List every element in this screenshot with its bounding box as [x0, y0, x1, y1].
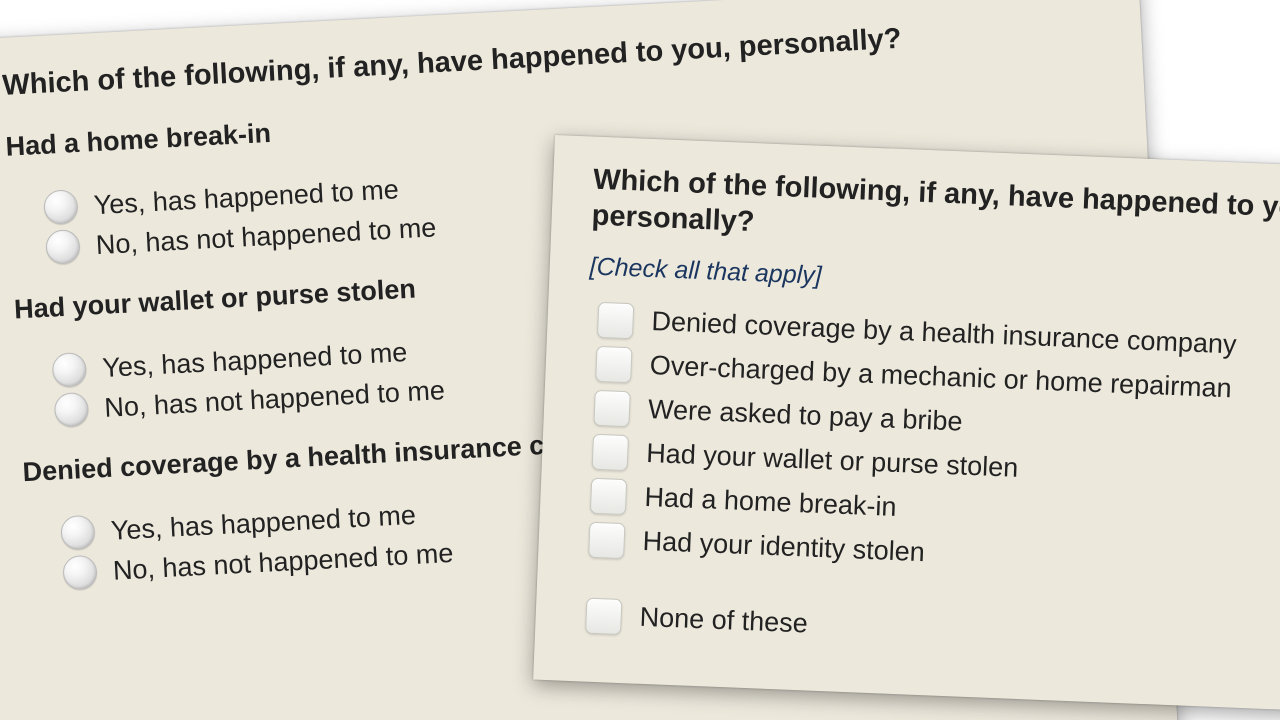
- checkbox-icon: [592, 433, 629, 470]
- checkbox-icon: [593, 389, 630, 426]
- checkbox-list: Denied coverage by a health insurance co…: [585, 301, 1280, 668]
- checkbox-label: Were asked to pay a bribe: [647, 394, 963, 438]
- checkbox-icon: [595, 345, 632, 382]
- radio-icon: [54, 392, 90, 428]
- radio-icon: [43, 189, 79, 225]
- radio-icon: [52, 352, 88, 388]
- checkbox-label: Had your wallet or purse stolen: [646, 438, 1019, 484]
- checkbox-label: None of these: [639, 602, 808, 640]
- checkbox-icon: [588, 521, 625, 558]
- checkbox-icon: [590, 477, 627, 514]
- survey-card-checkbox: Which of the following, if any, have hap…: [533, 135, 1280, 718]
- checkbox-option-none[interactable]: None of these: [585, 597, 1280, 669]
- radio-icon: [45, 229, 81, 265]
- checkbox-icon: [597, 301, 634, 338]
- checkbox-label: Had your identity stolen: [642, 526, 925, 568]
- question-title: Which of the following, if any, have hap…: [591, 162, 1280, 271]
- radio-icon: [62, 555, 98, 591]
- checkbox-icon: [585, 597, 622, 634]
- radio-icon: [60, 515, 96, 551]
- checkbox-label: Had a home break-in: [644, 482, 897, 523]
